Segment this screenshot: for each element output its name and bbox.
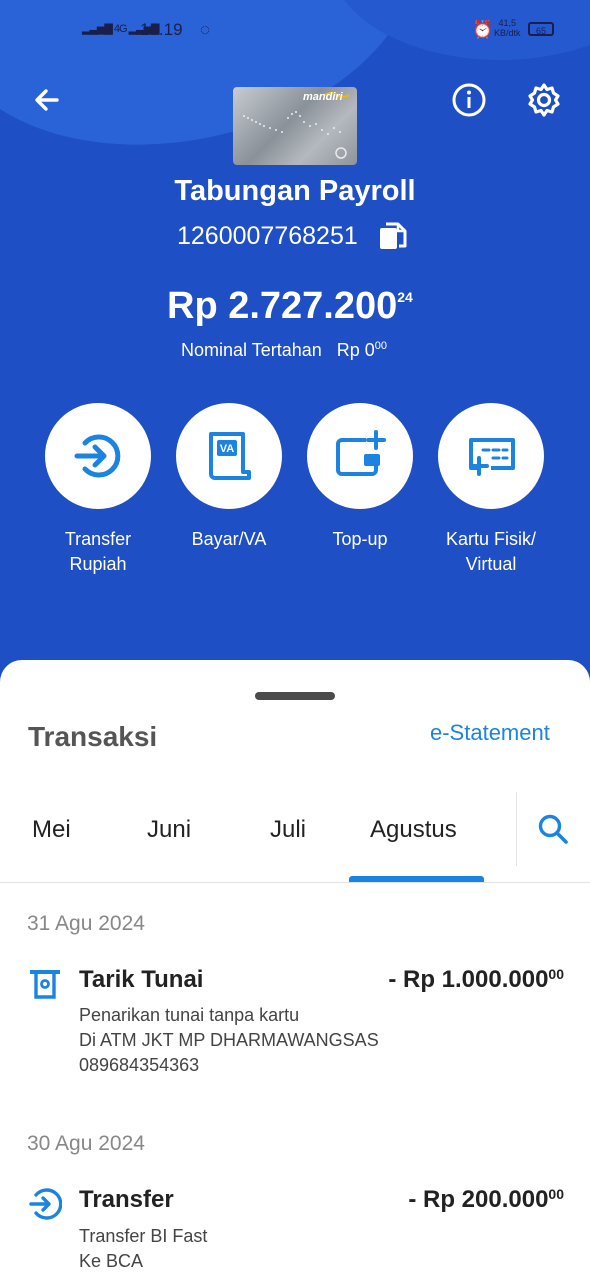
- gear-icon: [528, 83, 560, 117]
- card-brand: mandiri: [303, 91, 343, 103]
- transaction-description: Transfer BI Fast Ke BCA: [79, 1224, 207, 1274]
- transaction-date: 31 Agu 2024: [27, 912, 145, 935]
- wallet-plus-icon: [336, 430, 386, 476]
- transaction-name: Transfer: [79, 1186, 174, 1213]
- arrow-left-icon: [35, 89, 59, 111]
- tab-divider: [516, 792, 517, 866]
- transfer-out-icon: [29, 1188, 62, 1220]
- svg-text:VA: VA: [220, 443, 235, 455]
- back-button[interactable]: [25, 78, 69, 122]
- transaction-amount: - Rp 200.00000: [408, 1186, 564, 1213]
- tab-juni[interactable]: Juni: [147, 816, 191, 844]
- drag-handle[interactable]: [255, 692, 335, 700]
- settings-button[interactable]: [522, 78, 566, 122]
- account-name: Tabungan Payroll: [174, 175, 416, 207]
- tab-juli[interactable]: Juli: [270, 816, 306, 844]
- transfer-in-icon: [74, 434, 121, 478]
- action-label: Transfer Rupiah: [64, 529, 132, 574]
- section-title: Transaksi: [28, 721, 158, 752]
- debit-card-image: mandiri: [233, 87, 357, 165]
- amount-cents: 00: [548, 1186, 564, 1202]
- alarm-icon: ⏰: [472, 20, 494, 39]
- info-icon: [452, 83, 486, 117]
- status-bar: ▂▃▅▇ 4G ▂▃▅▇ 10.19 ◌ ⏰ 41,5 KB/dtk 65: [0, 18, 590, 46]
- balance-amount: Rp 2.727.20024: [167, 285, 413, 327]
- action-circle: [307, 403, 413, 509]
- held-amount: Nominal Tertahan Rp 000: [181, 340, 387, 361]
- tab-agustus[interactable]: Agustus: [370, 816, 457, 844]
- description-line: Transfer BI Fast: [79, 1226, 208, 1246]
- held-label: Nominal Tertahan: [181, 340, 322, 360]
- action-circle: [438, 403, 544, 509]
- description-line: Ke BCA: [79, 1251, 144, 1271]
- transaction-date: 30 Agu 2024: [27, 1132, 145, 1155]
- battery-icon: 65: [528, 22, 554, 36]
- amount-cents: 00: [548, 966, 564, 982]
- active-tab-indicator: [349, 876, 484, 882]
- account-number: 1260007768251: [177, 222, 358, 250]
- kartu-fisik-virtual-button[interactable]: Kartu Fisik/ Virtual: [426, 403, 556, 577]
- transactions-sheet: Transaksi e-Statement Mei Juni Juli Agus…: [0, 660, 590, 1280]
- account-header: ▂▃▅▇ 4G ▂▃▅▇ 10.19 ◌ ⏰ 41,5 KB/dtk 65 ma…: [0, 0, 590, 700]
- held-cents: 00: [374, 340, 388, 352]
- card-plus-icon: [469, 438, 515, 476]
- copy-button[interactable]: [376, 219, 410, 258]
- action-label: Bayar/VA: [191, 529, 267, 549]
- transaction-description: Penarikan tunai tanpa kartu Di ATM JKT M…: [79, 1003, 379, 1078]
- search-button[interactable]: [536, 812, 570, 851]
- action-label: Top-up: [332, 529, 388, 549]
- bayar-va-button[interactable]: VA Bayar/VA: [164, 403, 294, 552]
- whatsapp-icon: ◌: [200, 20, 211, 39]
- tab-mei[interactable]: Mei: [32, 816, 71, 844]
- held-value: Rp 0: [336, 340, 375, 360]
- description-line: 089684354363: [79, 1055, 200, 1075]
- month-tabs: Mei Juni Juli Agustus: [0, 790, 590, 883]
- copy-icon: [380, 222, 407, 249]
- description-line: Penarikan tunai tanpa kartu: [79, 1005, 300, 1025]
- transaction-name: Tarik Tunai: [79, 966, 204, 993]
- top-up-button[interactable]: Top-up: [295, 403, 425, 552]
- status-time: 10.19: [140, 20, 183, 39]
- description-line: Di ATM JKT MP DHARMAWANGSAS: [79, 1030, 379, 1050]
- transfer-rupiah-button[interactable]: Transfer Rupiah: [33, 403, 163, 577]
- balance-cents: 24: [397, 289, 413, 305]
- search-icon: [538, 814, 568, 844]
- network-speed: 41,5 KB/dtk: [494, 18, 521, 38]
- atm-icon: [30, 970, 60, 999]
- info-button[interactable]: [447, 78, 491, 122]
- transaction-amount: - Rp 1.000.00000: [388, 966, 564, 993]
- action-circle: [45, 403, 151, 509]
- action-circle: VA: [176, 403, 282, 509]
- action-label: Kartu Fisik/ Virtual: [445, 529, 537, 574]
- e-statement-link[interactable]: e-Statement: [430, 720, 550, 746]
- va-icon: VA: [209, 432, 251, 480]
